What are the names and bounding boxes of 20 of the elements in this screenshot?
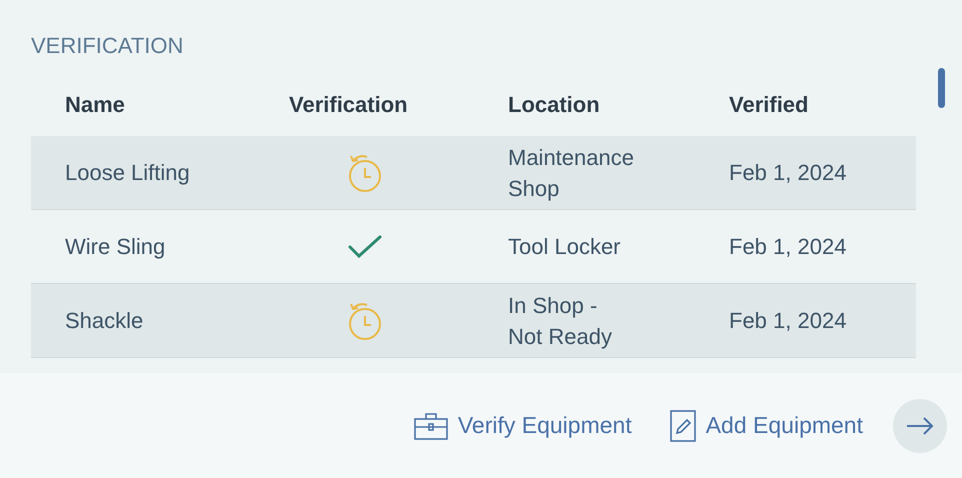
- verify-equipment-button[interactable]: Verify Equipment: [414, 412, 632, 440]
- table-cell: In Shop - Not Ready: [474, 284, 695, 358]
- table-cell: Loose Lifting: [31, 136, 255, 210]
- toolbox-icon: [414, 412, 448, 440]
- column-header: Verified: [728, 90, 810, 118]
- column-header: Name: [64, 90, 126, 118]
- edit-icon: [670, 410, 696, 442]
- table-cell: Maintenance Shop: [474, 136, 695, 210]
- column-header: Verification: [288, 90, 409, 118]
- table-cell: Feb 1, 2024: [695, 136, 916, 210]
- table-cell: Feb 1, 2024: [695, 284, 916, 358]
- section-title: VERIFICATION: [31, 33, 184, 60]
- checkmark-icon: [348, 234, 382, 260]
- table-cell: Shackle: [31, 284, 255, 358]
- column-header: Location: [507, 90, 601, 118]
- arrow-right-icon: [906, 416, 934, 434]
- scrollbar-thumb[interactable]: [938, 68, 945, 108]
- timer-icon: [348, 300, 382, 340]
- timer-icon: [348, 152, 382, 192]
- add-equipment-button[interactable]: Add Equipment: [670, 410, 863, 442]
